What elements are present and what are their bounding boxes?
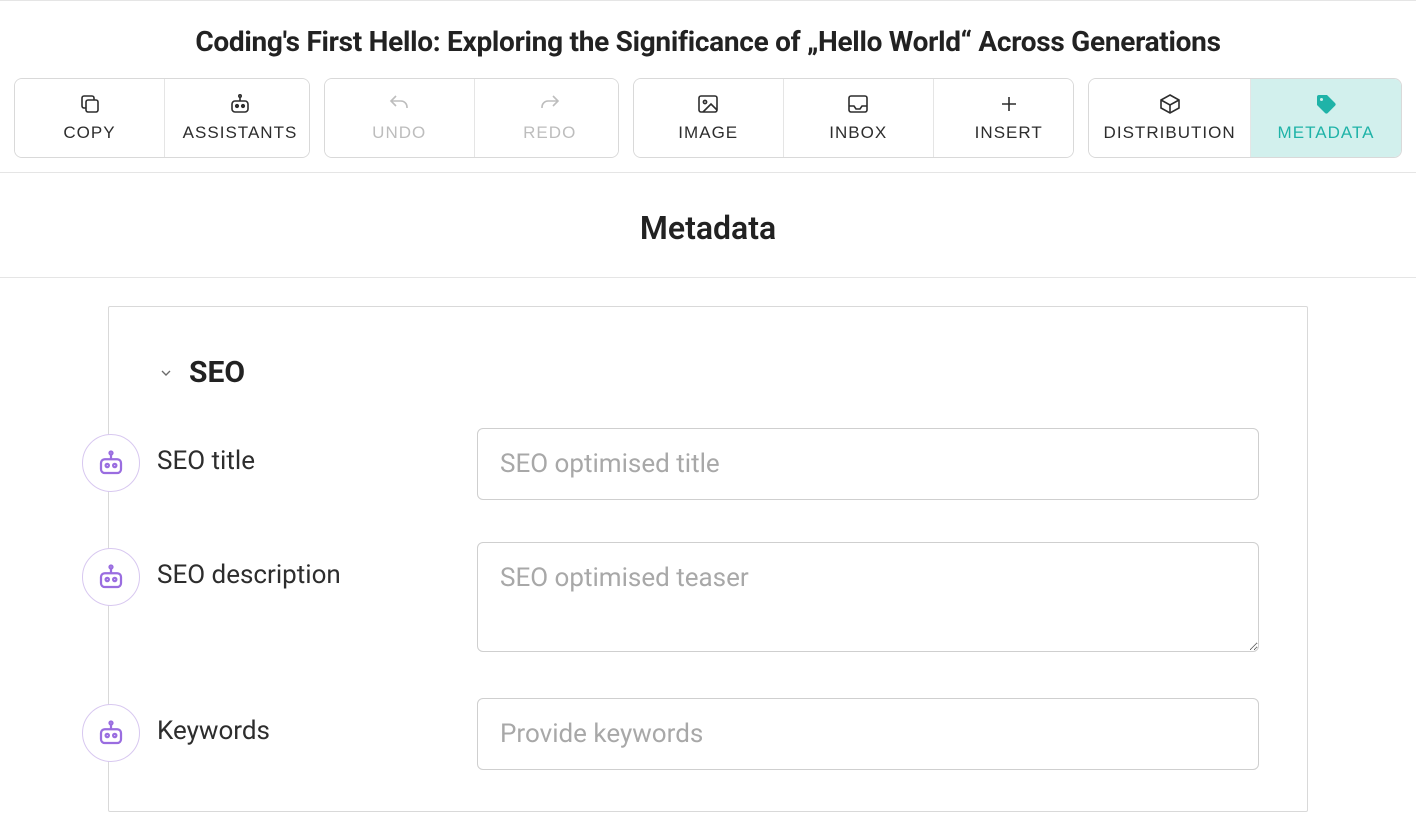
insert-button[interactable]: INSERT	[934, 79, 1075, 157]
seo-group-title: SEO	[189, 355, 245, 390]
metadata-button[interactable]: METADATA	[1251, 79, 1401, 157]
distribution-label: DISTRIBUTION	[1104, 123, 1236, 143]
section-header: Metadata	[0, 173, 1416, 278]
undo-icon	[386, 91, 412, 117]
seo-description-label: SEO description	[157, 542, 447, 590]
document-title: Coding's First Hello: Exploring the Sign…	[20, 25, 1396, 58]
metadata-label: METADATA	[1278, 123, 1375, 143]
inbox-label: INBOX	[829, 123, 887, 143]
plus-icon	[996, 91, 1022, 117]
copy-label: COPY	[63, 123, 115, 143]
assistants-button[interactable]: ASSISTANTS	[165, 79, 310, 157]
assistant-bubble-keywords[interactable]	[82, 704, 140, 762]
copy-button[interactable]: COPY	[15, 79, 165, 157]
keywords-label: Keywords	[157, 698, 447, 746]
chevron-down-icon	[157, 364, 175, 382]
copy-icon	[77, 91, 103, 117]
robot-icon	[96, 448, 126, 478]
section-title: Metadata	[0, 209, 1416, 247]
field-row-seo-description: SEO description	[157, 542, 1259, 656]
image-button[interactable]: IMAGE	[634, 79, 784, 157]
undo-label: UNDO	[372, 123, 426, 143]
inbox-icon	[845, 91, 871, 117]
robot-icon	[96, 562, 126, 592]
robot-icon	[96, 718, 126, 748]
field-row-seo-title: SEO title	[157, 428, 1259, 500]
inbox-button[interactable]: INBOX	[784, 79, 934, 157]
image-icon	[695, 91, 721, 117]
redo-icon	[537, 91, 563, 117]
seo-collapse-header[interactable]: SEO	[157, 355, 1259, 390]
title-bar: Coding's First Hello: Exploring the Sign…	[0, 0, 1416, 78]
distribution-button[interactable]: DISTRIBUTION	[1089, 79, 1251, 157]
robot-icon	[227, 91, 253, 117]
insert-label: INSERT	[975, 123, 1043, 143]
package-icon	[1157, 91, 1183, 117]
redo-label: REDO	[523, 123, 576, 143]
redo-button[interactable]: REDO	[475, 79, 619, 157]
assistant-bubble-seo-description[interactable]	[82, 548, 140, 606]
undo-button[interactable]: UNDO	[325, 79, 475, 157]
keywords-input[interactable]	[477, 698, 1259, 770]
seo-description-input[interactable]	[477, 542, 1259, 652]
seo-panel: SEO SEO title SEO description	[108, 306, 1308, 812]
image-label: IMAGE	[678, 123, 738, 143]
tag-icon	[1313, 91, 1339, 117]
seo-title-input[interactable]	[477, 428, 1259, 500]
toolbar: COPY ASSISTANTS UNDO REDO	[0, 78, 1416, 173]
seo-title-label: SEO title	[157, 428, 447, 476]
content-area: SEO SEO title SEO description	[0, 278, 1416, 840]
field-row-keywords: Keywords	[157, 698, 1259, 770]
assistants-label: ASSISTANTS	[183, 123, 298, 143]
assistant-bubble-seo-title[interactable]	[82, 434, 140, 492]
